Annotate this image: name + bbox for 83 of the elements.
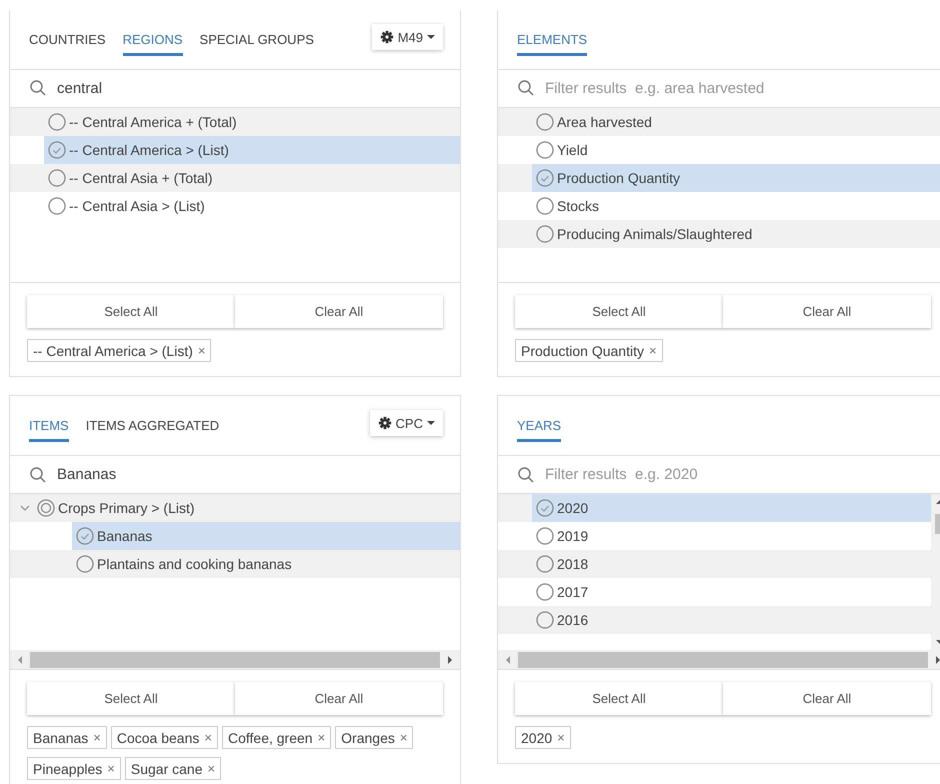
list-item[interactable]: 2020 bbox=[498, 494, 931, 522]
tab[interactable]: YEARS bbox=[517, 418, 562, 442]
tab[interactable]: ITEMS AGGREGATED bbox=[86, 418, 220, 442]
list-item[interactable]: -- Central America > (List) bbox=[10, 136, 460, 164]
search-field[interactable]: Filter results e.g. 2020 bbox=[543, 465, 940, 484]
remove-button[interactable]: × bbox=[204, 730, 212, 745]
horizontal-scrollbar[interactable] bbox=[10, 650, 460, 669]
radio-icon bbox=[48, 112, 66, 131]
radio-icon bbox=[536, 555, 554, 573]
scroll-left-icon[interactable] bbox=[504, 656, 512, 664]
remove-button[interactable]: × bbox=[557, 730, 565, 745]
list-item[interactable]: Crops Primary > (List) bbox=[10, 494, 460, 522]
list-item[interactable]: Production Quantity bbox=[498, 164, 940, 192]
radio-icon bbox=[536, 196, 554, 215]
radio-icon bbox=[48, 168, 66, 187]
remove-button[interactable]: × bbox=[198, 343, 206, 358]
list-item[interactable]: 2018 bbox=[498, 550, 931, 578]
remove-button[interactable]: × bbox=[400, 730, 408, 745]
dropdown-button[interactable]: M49 bbox=[372, 24, 443, 50]
list-item[interactable]: 2016 bbox=[498, 606, 931, 634]
dropdown-button[interactable]: CPC bbox=[370, 410, 443, 436]
remove-button[interactable]: × bbox=[93, 730, 101, 745]
action-button[interactable]: Select All bbox=[515, 682, 723, 715]
radio-icon bbox=[536, 611, 554, 629]
caret-icon bbox=[427, 419, 435, 427]
tag-label: 2020 bbox=[521, 730, 552, 746]
check-circle-icon bbox=[48, 140, 66, 159]
action-button[interactable]: Clear All bbox=[235, 682, 443, 715]
radio-icon bbox=[536, 583, 554, 601]
horizontal-scrollbar[interactable] bbox=[498, 650, 940, 669]
tag-label: Oranges bbox=[341, 730, 395, 746]
action-button[interactable]: Select All bbox=[515, 295, 723, 328]
search-field[interactable]: Bananas bbox=[55, 465, 460, 484]
list-item[interactable]: Plantains and cooking bananas bbox=[10, 550, 460, 578]
check-circle-icon bbox=[536, 168, 554, 187]
action-button[interactable]: Select All bbox=[27, 295, 235, 328]
list-item[interactable]: Area harvested bbox=[498, 108, 940, 136]
gear-icon bbox=[380, 28, 394, 46]
search-icon bbox=[29, 466, 47, 484]
remove-button[interactable]: × bbox=[648, 343, 657, 358]
tag-label: Coffee, green bbox=[228, 730, 313, 746]
tag-label: -- Central America > (List) bbox=[33, 342, 193, 358]
search-icon bbox=[517, 466, 535, 484]
action-button[interactable]: Clear All bbox=[723, 682, 931, 715]
list-item[interactable]: -- Central America + (Total) bbox=[10, 108, 460, 136]
action-button[interactable]: Select All bbox=[27, 682, 235, 715]
search-icon bbox=[517, 79, 535, 98]
list-item[interactable]: -- Central Asia + (Total) bbox=[10, 164, 460, 192]
action-button[interactable]: Clear All bbox=[723, 295, 931, 328]
search-icon bbox=[29, 79, 47, 98]
radio-icon bbox=[536, 140, 554, 159]
scroll-right-icon[interactable] bbox=[446, 656, 454, 664]
tab[interactable]: COUNTRIES bbox=[29, 32, 106, 56]
check-circle-icon bbox=[76, 527, 94, 545]
scroll-right-icon[interactable] bbox=[934, 656, 940, 664]
radio-icon bbox=[48, 196, 66, 215]
caret-icon bbox=[427, 33, 435, 41]
search-field[interactable]: Filter results e.g. area harvested bbox=[543, 78, 940, 98]
list-item[interactable]: Producing Animals/Slaughtered bbox=[498, 220, 940, 248]
remove-button[interactable]: × bbox=[107, 761, 115, 776]
radio-icon bbox=[37, 499, 55, 517]
radio-icon bbox=[536, 224, 554, 243]
tab[interactable]: ITEMS bbox=[29, 418, 69, 442]
scroll-left-icon[interactable] bbox=[16, 656, 24, 664]
radio-icon bbox=[76, 555, 94, 573]
action-button[interactable]: Clear All bbox=[235, 295, 443, 328]
radio-icon bbox=[536, 527, 554, 545]
tab[interactable]: ELEMENTS bbox=[517, 32, 588, 56]
check-circle-icon bbox=[536, 499, 554, 517]
tag-label: Pineapples bbox=[33, 760, 102, 776]
radio-icon bbox=[536, 112, 554, 131]
scrollbar-thumb[interactable] bbox=[30, 652, 440, 668]
tag-label: Cocoa beans bbox=[116, 730, 200, 746]
tab[interactable]: REGIONS bbox=[122, 32, 183, 56]
scrollbar-thumb[interactable] bbox=[518, 652, 928, 668]
tag-label: Bananas bbox=[33, 730, 88, 746]
tag-label: Sugar cane bbox=[130, 760, 202, 776]
tab[interactable]: SPECIAL GROUPS bbox=[200, 32, 314, 56]
gear-icon bbox=[378, 414, 392, 432]
remove-button[interactable]: × bbox=[318, 730, 326, 745]
tag-label: Production Quantity bbox=[521, 342, 644, 358]
remove-button[interactable]: × bbox=[207, 761, 216, 776]
search-field[interactable]: central bbox=[55, 78, 460, 98]
